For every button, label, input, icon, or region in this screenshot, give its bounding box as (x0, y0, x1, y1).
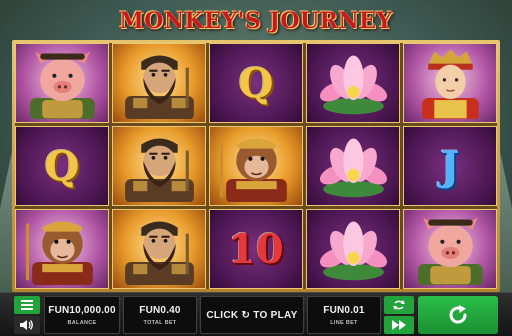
bearded-warrior-symbol (113, 127, 205, 205)
card-symbol: 10 (228, 225, 284, 273)
fast-forward-icon (392, 320, 406, 330)
card-symbol: J (440, 142, 460, 190)
bearded-warrior-symbol (113, 44, 205, 122)
reel-5: J (403, 43, 497, 289)
fast-forward-button[interactable] (384, 316, 414, 334)
balance-value: FUN10,000.00 (48, 304, 116, 316)
pig-warrior-symbol (16, 44, 108, 122)
total-bet-label: TOTAL BET (143, 319, 177, 326)
game-logo: MONKEY'S JOURNEY (0, 3, 512, 39)
autoplay-button[interactable] (384, 296, 414, 314)
reel-2 (112, 43, 206, 289)
monkey-king-symbol (210, 127, 302, 205)
reel-3-cell-1: Q (209, 43, 303, 123)
reel-grid: Q Q 10 J (15, 43, 497, 289)
reel-3-cell-3: 10 (209, 209, 303, 289)
line-bet-display[interactable]: FUN0.01 LINE BET (307, 296, 381, 334)
reels-frame: Q Q 10 J (12, 40, 500, 292)
line-bet-label: LINE BET (330, 319, 358, 326)
reel-1-cell-1 (15, 43, 109, 123)
reel-5-cell-3 (403, 209, 497, 289)
control-bar: FUN10,000.00 BALANCE FUN0.40 TOTAL BET C… (0, 292, 512, 336)
game-title: MONKEY'S JOURNEY (119, 8, 393, 34)
spin-icon (449, 305, 467, 324)
click-to-play-button[interactable]: CLICK ↻ TO PLAY (200, 296, 304, 334)
lotus-symbol (307, 210, 399, 288)
autoplay-icon (393, 300, 405, 310)
reel-4-cell-3 (306, 209, 400, 289)
reel-3-cell-2 (209, 126, 303, 206)
monkey-king-symbol (16, 210, 108, 288)
hamburger-menu-icon (21, 300, 33, 310)
total-bet-value: FUN0.40 (139, 304, 181, 316)
bearded-warrior-symbol (113, 210, 205, 288)
reel-4 (306, 43, 400, 289)
lotus-symbol (307, 127, 399, 205)
lotus-symbol (307, 44, 399, 122)
reel-1: Q (15, 43, 109, 289)
card-symbol: Q (44, 142, 80, 190)
balance-label: BALANCE (67, 319, 97, 326)
reel-1-cell-3 (15, 209, 109, 289)
reel-1-cell-2: Q (15, 126, 109, 206)
balance-display: FUN10,000.00 BALANCE (44, 296, 120, 334)
reel-2-cell-3 (112, 209, 206, 289)
line-bet-value: FUN0.01 (323, 304, 365, 316)
sound-button[interactable] (14, 316, 40, 334)
reel-2-cell-1 (112, 43, 206, 123)
spin-button[interactable] (418, 296, 498, 334)
speaker-icon (20, 320, 33, 330)
reel-4-cell-1 (306, 43, 400, 123)
reel-3: Q 10 (209, 43, 303, 289)
pig-warrior-symbol (404, 210, 496, 288)
reel-5-cell-2: J (403, 126, 497, 206)
menu-button[interactable] (14, 296, 40, 314)
click-to-play-label: CLICK ↻ TO PLAY (206, 309, 298, 321)
total-bet-display[interactable]: FUN0.40 TOTAL BET (123, 296, 197, 334)
card-symbol: Q (238, 59, 274, 107)
game-stage: MONKEY'S JOURNEY Q Q 10 J (0, 0, 512, 292)
reel-5-cell-1 (403, 43, 497, 123)
monk-symbol (404, 44, 496, 122)
reel-4-cell-2 (306, 126, 400, 206)
reel-2-cell-2 (112, 126, 206, 206)
